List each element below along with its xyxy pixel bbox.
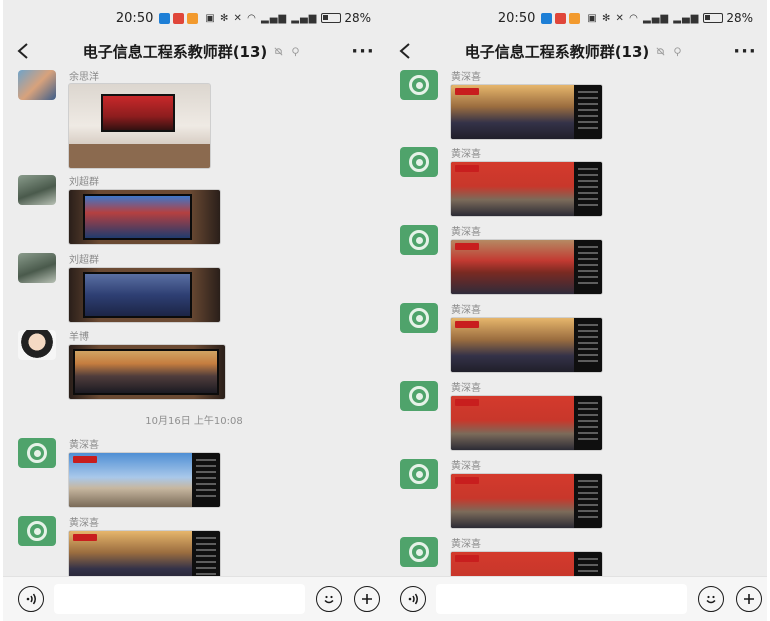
image-message[interactable] (450, 161, 603, 217)
input-bar (3, 576, 385, 621)
app-notification-icon (555, 12, 567, 24)
message-list[interactable]: 余思洋 刘超群 刘超群 羊博 10月16日 上午10:08 黄深喜 黄深喜 (3, 66, 385, 576)
chat-header: 电子信息工程系教师群(13) ··· (385, 36, 767, 66)
chat-title: 电子信息工程系教师群(13) (464, 42, 650, 61)
pin-icon (672, 46, 683, 57)
more-icon: ··· (733, 40, 757, 62)
emoji-icon (324, 595, 334, 604)
emoji-button[interactable] (316, 586, 342, 612)
sender-name: 黄深喜 (69, 440, 99, 451)
image-message[interactable] (450, 551, 603, 576)
image-message[interactable] (450, 317, 603, 373)
battery-icon (703, 13, 724, 23)
back-icon (17, 43, 28, 59)
avatar[interactable] (18, 330, 56, 360)
more-icon: ··· (351, 40, 375, 62)
app-notification-icon (173, 12, 185, 24)
sender-name: 黄深喜 (451, 227, 481, 238)
sender-name: 黄深喜 (451, 539, 481, 550)
avatar[interactable] (18, 70, 56, 100)
avatar[interactable] (400, 70, 438, 100)
back-button[interactable] (3, 36, 43, 66)
app-notification-icon (159, 12, 171, 24)
plus-icon (362, 594, 372, 604)
image-message[interactable] (68, 189, 221, 245)
message-list[interactable]: 黄深喜 黄深喜 黄深喜 黄深喜 黄深喜 黄深喜 黄深喜 (385, 66, 767, 576)
avatar[interactable] (400, 459, 438, 489)
image-message[interactable] (68, 83, 211, 169)
sender-name: 黄深喜 (69, 518, 99, 529)
left-phone-screen: 20:50 ▣ ✻ ✕ ◠ ▂▄▆ ▂▄▆ 28% 电子信息工程系教师群(13)… (3, 0, 385, 621)
sender-name: 黄深喜 (451, 72, 481, 83)
image-message[interactable] (68, 530, 221, 576)
image-message[interactable] (450, 395, 603, 451)
avatar[interactable] (400, 147, 438, 177)
voice-button[interactable] (18, 586, 44, 612)
emoji-button[interactable] (698, 586, 724, 612)
mute-icon (273, 46, 284, 57)
image-message[interactable] (68, 267, 221, 323)
image-message[interactable] (450, 239, 603, 295)
right-phone-screen: 20:50 ▣ ✻ ✕ ◠ ▂▄▆ ▂▄▆ 28% 电子信息工程系教师群(13)… (385, 0, 767, 621)
input-bar (385, 576, 767, 621)
avatar[interactable] (18, 175, 56, 205)
avatar[interactable] (400, 225, 438, 255)
avatar[interactable] (400, 303, 438, 333)
status-bar: 20:50 ▣ ✻ ✕ ◠ ▂▄▆ ▂▄▆ 28% (385, 0, 767, 36)
signal-wifi-icon: ▣ ✻ ✕ ◠ ▂▄▆ ▂▄▆ (205, 12, 318, 24)
message-input[interactable] (436, 584, 687, 614)
avatar[interactable] (18, 253, 56, 283)
signal-wifi-icon: ▣ ✻ ✕ ◠ ▂▄▆ ▂▄▆ (587, 12, 700, 24)
status-time: 20:50 (497, 10, 536, 26)
emoji-icon (706, 595, 716, 604)
sender-name: 羊博 (69, 332, 89, 343)
sender-name: 余思洋 (69, 72, 99, 83)
sender-name: 黄深喜 (451, 149, 481, 160)
app-notification-icon (541, 12, 553, 24)
pin-icon (290, 46, 301, 57)
battery-level: 28% (726, 11, 753, 25)
sender-name: 黄深喜 (451, 305, 481, 316)
app-notification-icon (569, 12, 581, 24)
more-button[interactable]: ··· (341, 36, 385, 66)
plus-button[interactable] (354, 586, 380, 612)
mute-icon (655, 46, 666, 57)
app-notification-icon (187, 12, 199, 24)
status-bar: 20:50 ▣ ✻ ✕ ◠ ▂▄▆ ▂▄▆ 28% (3, 0, 385, 36)
more-button[interactable]: ··· (723, 36, 767, 66)
message-input[interactable] (54, 584, 305, 614)
voice-button[interactable] (400, 586, 426, 612)
image-message[interactable] (450, 84, 603, 140)
battery-icon (321, 13, 342, 23)
chat-title-wrap: 电子信息工程系教师群(13) (43, 41, 341, 62)
status-time: 20:50 (115, 10, 154, 26)
plus-button[interactable] (736, 586, 762, 612)
chat-title-wrap: 电子信息工程系教师群(13) (425, 41, 723, 62)
chat-timestamp: 10月16日 上午10:08 (145, 416, 243, 427)
sender-name: 刘超群 (69, 177, 99, 188)
sender-name: 黄深喜 (451, 383, 481, 394)
image-message[interactable] (68, 452, 221, 508)
image-message[interactable] (450, 473, 603, 529)
sender-name: 黄深喜 (451, 461, 481, 472)
avatar[interactable] (400, 537, 438, 567)
back-button[interactable] (385, 36, 425, 66)
voice-icon (26, 593, 36, 605)
plus-icon (744, 594, 754, 604)
sender-name: 刘超群 (69, 255, 99, 266)
voice-icon (408, 593, 418, 605)
image-message[interactable] (68, 344, 226, 400)
chat-header: 电子信息工程系教师群(13) ··· (3, 36, 385, 66)
avatar[interactable] (18, 438, 56, 468)
tv-screen-image (101, 94, 175, 132)
avatar[interactable] (18, 516, 56, 546)
chat-title: 电子信息工程系教师群(13) (82, 42, 268, 61)
battery-level: 28% (344, 11, 371, 25)
avatar[interactable] (400, 381, 438, 411)
back-icon (399, 43, 410, 59)
